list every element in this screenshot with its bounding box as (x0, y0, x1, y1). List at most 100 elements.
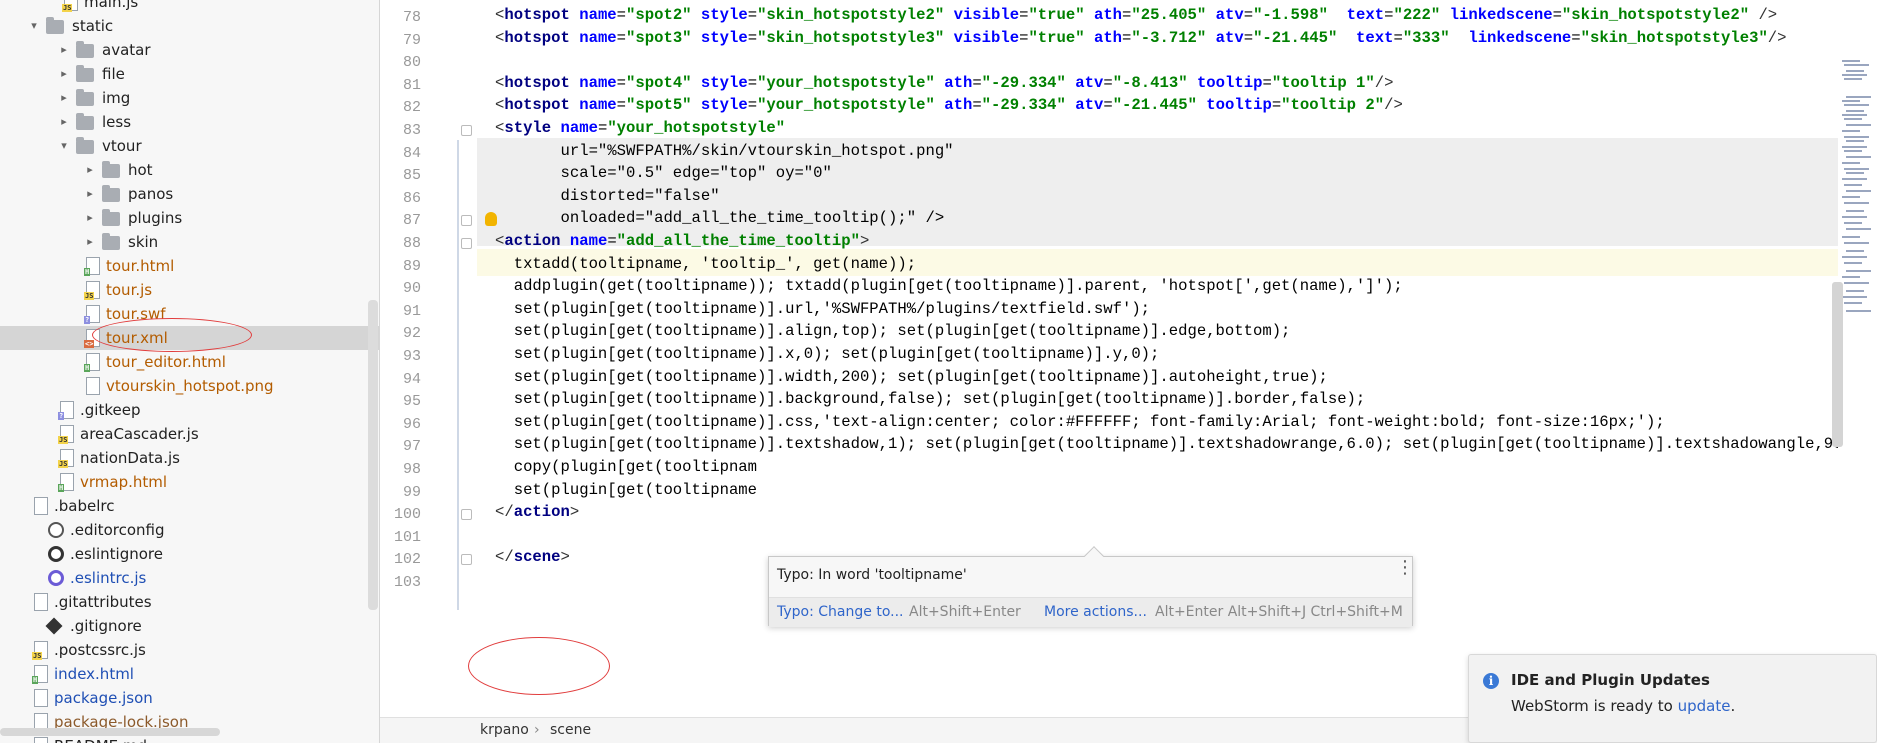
minimap-mark (1842, 178, 1867, 180)
tree-item[interactable]: JS nationData.js (0, 446, 379, 470)
tree-item[interactable]: JS areaCascader.js (0, 422, 379, 446)
file-icon (34, 689, 48, 707)
chevron-down-icon[interactable]: ▾ (26, 14, 42, 38)
tree-item-label: .editorconfig (70, 521, 165, 539)
tree-item[interactable]: ▸ plugins (0, 206, 379, 230)
tree-item[interactable]: vtourskin_hotspot.png (0, 374, 379, 398)
file-icon (34, 737, 48, 743)
minimap-mark (1846, 228, 1871, 230)
code-line[interactable]: </scene> (495, 544, 570, 571)
tree-item[interactable]: <> tour.xml (0, 326, 379, 350)
minimap-mark (1846, 190, 1871, 192)
breadcrumb-item-krpano[interactable]: krpano (480, 718, 529, 742)
file-icon: <> (84, 329, 100, 348)
eslint-icon (48, 546, 64, 562)
tree-item[interactable]: ▸ img (0, 86, 379, 110)
tree-item[interactable]: JS tour.js (0, 278, 379, 302)
chevron-right-icon[interactable]: ▸ (82, 230, 98, 254)
folder-icon (102, 161, 120, 178)
minimap-mark (1846, 290, 1864, 292)
chevron-right-icon[interactable]: ▸ (56, 110, 72, 134)
info-icon: i (1483, 673, 1499, 689)
file-icon (34, 593, 48, 611)
tree-item[interactable]: JS .postcssrc.js (0, 638, 379, 662)
fold-icon[interactable] (461, 125, 472, 136)
tree-item[interactable]: Htour_editor.html (0, 350, 379, 374)
code-editor[interactable]: 78 79 80 81 82 83 84 85 86 87 88 89 90 91 92 93 94 95 96 97… (381, 0, 1877, 743)
error-stripe[interactable] (1838, 0, 1877, 743)
folder-icon (76, 65, 94, 82)
tree-item[interactable]: .gitattributes (0, 590, 379, 614)
chevron-right-icon[interactable]: ▸ (82, 206, 98, 230)
tree-item[interactable]: .gitignore (0, 614, 379, 638)
update-link[interactable]: update (1678, 697, 1731, 715)
tree-item[interactable]: .eslintignore (0, 542, 379, 566)
minimap-mark (1844, 104, 1869, 106)
tree-item[interactable]: ? .gitkeep (0, 398, 379, 422)
file-icon: JS (84, 281, 100, 300)
git-icon (45, 617, 63, 635)
tree-item[interactable]: Hvrmap.html (0, 470, 379, 494)
editor-scrollbar[interactable] (1832, 282, 1843, 447)
more-actions-link[interactable]: More actions... (1044, 598, 1147, 626)
tree-item-label: vrmap.html (80, 473, 168, 491)
breadcrumb-item-scene[interactable]: scene (550, 718, 591, 742)
tree-item-label: .gitattributes (54, 593, 152, 611)
minimap-mark (1844, 282, 1869, 284)
fold-icon[interactable] (461, 509, 472, 521)
typo-message: Typo: In word 'tooltipname' (777, 567, 967, 583)
tree-item[interactable]: ▸ avatar (0, 38, 379, 62)
code-area[interactable]: <hotspot name="spot2" style="skin_hotspo… (477, 0, 1877, 743)
tree-item[interactable]: JS main.js (0, 0, 379, 14)
tree-scrollbar[interactable] (368, 300, 378, 610)
file-icon: JS (58, 425, 74, 444)
more-options-icon[interactable]: ⋮ (1396, 559, 1414, 577)
tree-item-label: static (72, 17, 114, 35)
code-line[interactable]: <hotspot name="spot3" style="skin_hotspo… (495, 25, 1787, 52)
notification-body: WebStorm is ready to update. (1511, 697, 1735, 715)
fold-icon[interactable] (461, 554, 472, 566)
tree-item-label: nationData.js (80, 449, 180, 467)
tree-item[interactable]: ▸ hot (0, 158, 379, 182)
chevron-right-icon[interactable]: ▸ (82, 158, 98, 182)
file-icon: ? (58, 401, 74, 420)
chevron-right-icon[interactable]: ▸ (56, 62, 72, 86)
tree-item[interactable]: Hindex.html (0, 662, 379, 686)
minimap-mark (1842, 196, 1860, 198)
tree-item[interactable]: Htour.html (0, 254, 379, 278)
minimap-mark (1844, 118, 1862, 120)
minimap-mark (1846, 140, 1864, 142)
minimap-mark (1846, 110, 1864, 112)
chevron-down-icon[interactable]: ▾ (56, 134, 72, 158)
tree-item[interactable]: .babelrc (0, 494, 379, 518)
file-icon: H (32, 665, 48, 684)
tree-item[interactable]: ▸ file (0, 62, 379, 86)
chevron-right-icon[interactable]: ▸ (56, 86, 72, 110)
tree-item-label: hot (128, 161, 153, 179)
chevron-right-icon[interactable]: ▸ (56, 38, 72, 62)
tree-item[interactable]: package.json (0, 686, 379, 710)
tree-item[interactable]: ▸ less (0, 110, 379, 134)
folder-icon (102, 233, 120, 250)
tree-item-label: vtourskin_hotspot.png (106, 377, 274, 395)
tree-item[interactable]: ▸ panos (0, 182, 379, 206)
chevron-right-icon[interactable]: ▸ (82, 182, 98, 206)
code-line[interactable]: </action> (495, 499, 579, 526)
fold-icon[interactable] (461, 238, 472, 249)
tree-item-label: img (102, 89, 131, 107)
folder-icon (76, 89, 94, 106)
minimap-mark (1842, 256, 1867, 258)
minimap-mark (1842, 60, 1860, 62)
tree-item-label: tour.html (106, 257, 175, 275)
tree-item[interactable]: .eslintrc.js (0, 566, 379, 590)
fold-icon[interactable] (461, 215, 472, 227)
tree-item[interactable]: ▾ static (0, 14, 379, 38)
tree-item[interactable]: ▸ skin (0, 230, 379, 254)
minimap-mark (1846, 70, 1864, 72)
typo-change-to-link[interactable]: Typo: Change to... (777, 598, 904, 626)
tree-item[interactable]: ▾ vtour (0, 134, 379, 158)
tree-horizontal-scrollbar[interactable] (0, 728, 220, 736)
tree-item[interactable]: ? tour.swf (0, 302, 379, 326)
tree-item[interactable]: .editorconfig (0, 518, 379, 542)
tree-item-label: .gitignore (70, 617, 142, 635)
